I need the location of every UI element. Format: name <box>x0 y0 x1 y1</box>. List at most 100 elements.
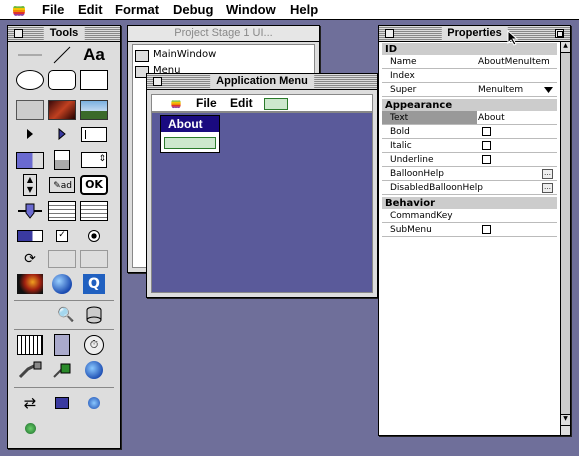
prop-name-value[interactable]: AboutMenuItem <box>478 55 550 69</box>
sphere-tool[interactable] <box>48 273 76 295</box>
italic-checkbox[interactable] <box>482 141 491 150</box>
properties-scrollbar[interactable]: ▲ ▼ <box>560 42 570 435</box>
prop-super[interactable]: Super MenuItem <box>382 83 557 97</box>
new-menu-slot[interactable] <box>264 98 288 110</box>
device-icon <box>54 334 70 356</box>
prop-text-value[interactable]: About <box>478 111 505 125</box>
menu-window[interactable]: Window <box>226 2 276 17</box>
scroll-down-arrow-icon[interactable]: ▼ <box>561 414 570 425</box>
popup-tool[interactable] <box>16 149 44 171</box>
little-arrows-tool[interactable]: ⇕ <box>80 149 108 171</box>
async-arrows-tool[interactable]: ⟳ <box>16 248 44 270</box>
text-tool[interactable]: Aa <box>80 44 108 66</box>
apple-menu-icon[interactable] <box>12 2 26 17</box>
prop-index[interactable]: Index <box>382 69 557 83</box>
prop-super-value[interactable]: MenuItem <box>478 83 523 97</box>
about-menu-item[interactable]: About <box>161 116 219 132</box>
world-tool[interactable] <box>16 417 44 439</box>
group-box-tool[interactable] <box>48 248 76 270</box>
dropdown-arrow-icon[interactable] <box>544 87 553 93</box>
slider-tool[interactable] <box>16 200 44 222</box>
blue-sphere-icon <box>52 274 72 294</box>
image-well-tool[interactable] <box>80 99 108 121</box>
close-box[interactable] <box>153 77 162 86</box>
prop-text[interactable]: Text About <box>382 111 557 125</box>
submenu-checkbox[interactable] <box>482 225 491 234</box>
green-globe-icon <box>24 422 36 434</box>
zoom-box[interactable] <box>555 29 564 38</box>
device-tool[interactable] <box>48 334 76 356</box>
properties-titlebar[interactable]: Properties <box>379 26 570 42</box>
pane-tool[interactable] <box>80 248 108 270</box>
database-search-tool[interactable]: 🔍 <box>52 304 80 326</box>
app-menu-titlebar[interactable]: Application Menu <box>147 74 377 90</box>
section-id[interactable]: ID <box>382 42 557 55</box>
prop-disabledballoonhelp[interactable]: DisabledBalloonHelp … <box>382 181 557 195</box>
bevel-popup-tool[interactable] <box>48 149 76 171</box>
database-search-icon: 🔍 <box>57 307 75 323</box>
diagonal-line-icon <box>53 46 71 64</box>
plugin-tool[interactable] <box>48 359 76 381</box>
menu-help[interactable]: Help <box>290 2 318 17</box>
line-tool[interactable] <box>16 44 44 66</box>
prop-italic[interactable]: Italic <box>382 139 557 153</box>
stepper-tool[interactable]: ▲ ▼ <box>16 174 44 196</box>
properties-title: Properties <box>441 26 508 41</box>
tools-titlebar[interactable]: Tools <box>8 26 120 42</box>
section-appearance[interactable]: Appearance <box>382 98 557 111</box>
radio-button-tool[interactable] <box>80 225 108 247</box>
close-box[interactable] <box>14 29 23 38</box>
roundrect-tool[interactable] <box>48 69 76 91</box>
ellipsis-button[interactable]: … <box>542 169 553 179</box>
internet-tool[interactable] <box>80 359 108 381</box>
placard-tool[interactable] <box>16 99 44 121</box>
prop-underline[interactable]: Underline <box>382 153 557 167</box>
data-browser-tool[interactable] <box>80 200 108 222</box>
network-tool[interactable] <box>80 392 108 414</box>
project-window-titlebar[interactable]: Project Stage 1 UI... <box>128 26 319 42</box>
socket-tool[interactable]: ⇄ <box>16 392 44 414</box>
preview-menu-edit[interactable]: Edit <box>230 96 253 110</box>
checkbox-tool[interactable]: ✓ <box>48 225 76 247</box>
underline-checkbox[interactable] <box>482 155 491 164</box>
bold-checkbox[interactable] <box>482 127 491 136</box>
tools-divider <box>14 387 114 388</box>
resize-grow-box[interactable] <box>560 425 570 435</box>
new-item-slot[interactable] <box>164 137 216 149</box>
progress-bar-tool[interactable] <box>16 225 44 247</box>
section-behavior[interactable]: Behavior <box>382 196 557 209</box>
quicktime-tool[interactable]: Q <box>80 273 108 295</box>
picture-tool[interactable] <box>48 99 76 121</box>
midi-tool[interactable] <box>16 334 44 356</box>
stopwatch-icon: ⏱ <box>84 335 104 355</box>
menu-debug[interactable]: Debug <box>173 2 213 17</box>
push-button-tool[interactable]: OK <box>80 174 108 196</box>
ellipsis-button[interactable]: … <box>542 183 553 193</box>
mouse-cursor-icon <box>507 30 519 46</box>
timer-tool[interactable]: ⏱ <box>80 334 108 356</box>
prop-bold[interactable]: Bold <box>382 125 557 139</box>
preview-menu-file[interactable]: File <box>196 96 217 110</box>
project-item-mainwindow[interactable]: MainWindow <box>135 49 216 63</box>
computer-tool[interactable] <box>48 392 76 414</box>
scroll-up-arrow-icon[interactable]: ▲ <box>561 42 570 53</box>
disclosure-triangle-tool[interactable] <box>16 123 44 145</box>
close-box[interactable] <box>385 29 394 38</box>
list-box-tool[interactable] <box>48 200 76 222</box>
prop-balloonhelp[interactable]: BalloonHelp … <box>382 167 557 181</box>
rect-tool[interactable] <box>80 69 108 91</box>
menu-format[interactable]: Format <box>115 2 159 17</box>
prop-commandkey[interactable]: CommandKey <box>382 209 557 223</box>
oval-tool[interactable] <box>16 69 44 91</box>
menu-edit[interactable]: Edit <box>78 2 103 17</box>
diagonal-line-tool[interactable] <box>48 44 76 66</box>
triangle-outline-tool[interactable] <box>48 123 76 145</box>
prop-submenu[interactable]: SubMenu <box>382 223 557 237</box>
rocket-tool[interactable] <box>16 273 44 295</box>
database-tool[interactable] <box>80 304 108 326</box>
pencil-tool[interactable]: ✎ad <box>48 174 76 196</box>
menu-file[interactable]: File <box>42 2 64 17</box>
serial-tool[interactable] <box>16 359 44 381</box>
edittext-tool[interactable] <box>80 123 108 145</box>
prop-name[interactable]: Name AboutMenuItem <box>382 55 557 69</box>
